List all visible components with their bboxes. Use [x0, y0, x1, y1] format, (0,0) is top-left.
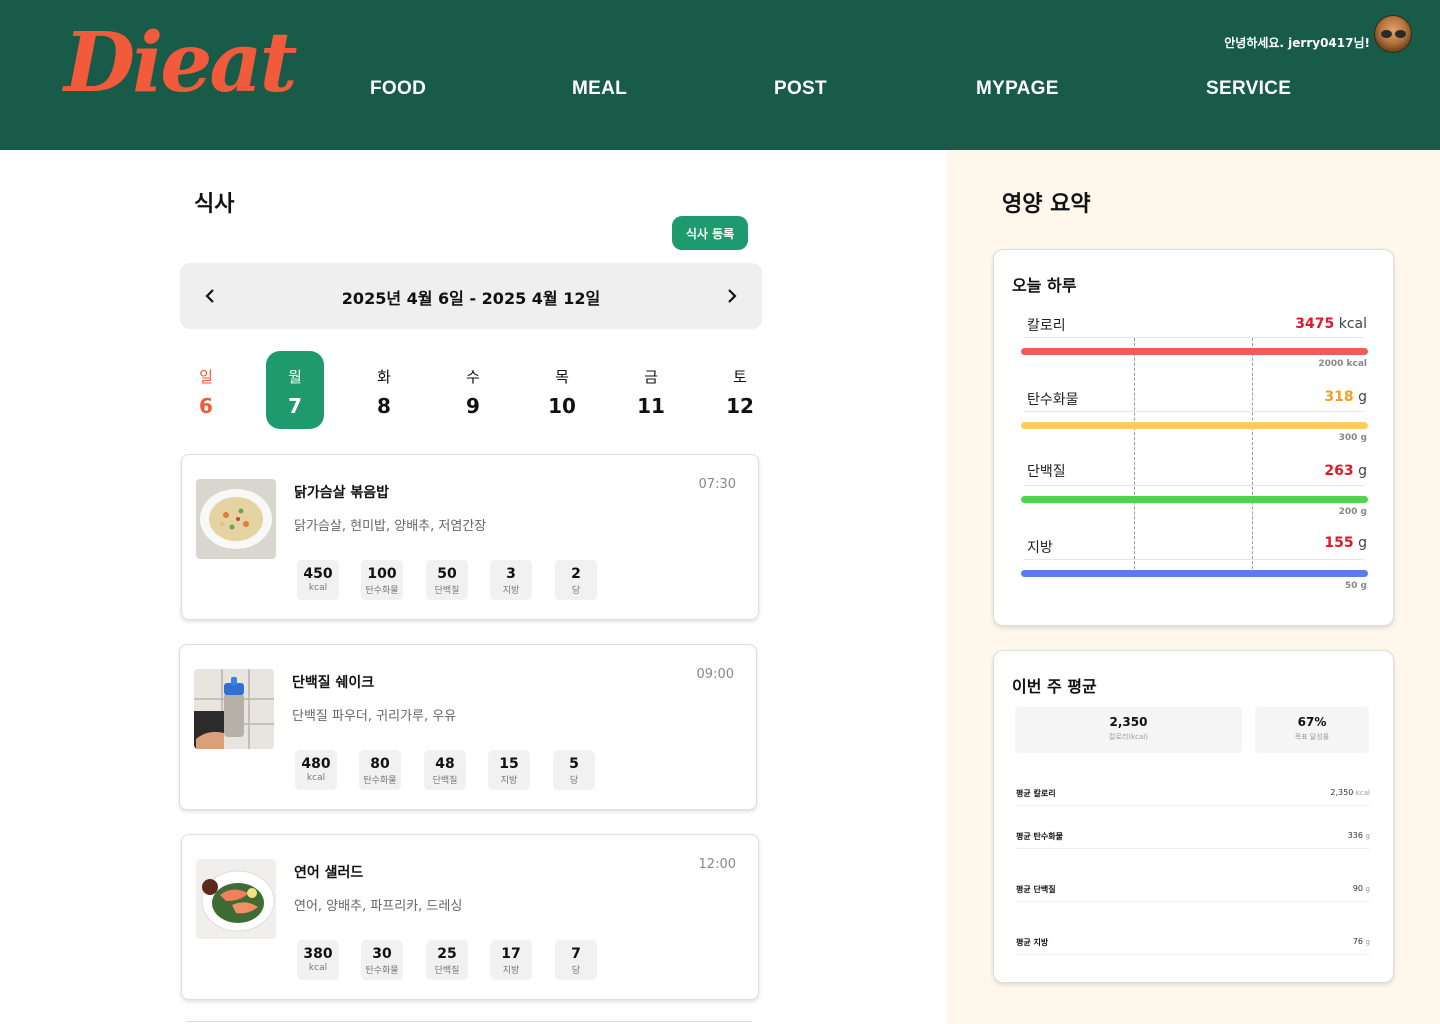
- fat-goal: 50 g: [1344, 581, 1367, 591]
- meal-photo-protein-shake: [194, 669, 274, 749]
- meal-ingredients: 닭가슴살, 현미밥, 양배추, 저염간장: [294, 519, 487, 534]
- meal-time: 12:00: [698, 857, 736, 872]
- fat-label: 지방: [1027, 540, 1053, 556]
- fat-bar: [1021, 570, 1368, 577]
- nutrient-carbs: 80 탄수화물: [359, 750, 401, 790]
- today-summary-card: 오늘 하루 칼로리 3475 kcal 2000 kcal 탄수화물 318 g…: [993, 249, 1394, 626]
- nutrient-sugar: 7당: [555, 940, 597, 980]
- meal-photo-fried-rice: [196, 479, 276, 559]
- day-sun[interactable]: 일6: [177, 351, 235, 429]
- meal-time: 09:00: [696, 667, 734, 682]
- meal-name: 연어 샐러드: [294, 865, 364, 881]
- nutrient-fat: 15 지방: [488, 750, 530, 790]
- today-title: 오늘 하루: [1012, 276, 1077, 295]
- nav-meal[interactable]: MEAL: [572, 78, 627, 100]
- register-meal-button[interactable]: 식사 등록: [672, 216, 748, 250]
- meal-card[interactable]: 연어 샐러드 12:00 연어, 양배추, 파프리카, 드레싱 380 kcal …: [181, 834, 759, 1000]
- nutrient-sugar: 2당: [555, 560, 597, 600]
- dieat-logo[interactable]: Dieat: [64, 22, 297, 104]
- week-navigator: 2025년 4월 6일 - 2025 4월 12일: [180, 263, 762, 329]
- nutrient-protein: 50 단백질: [426, 560, 468, 600]
- bar-guideline: [1134, 338, 1135, 574]
- avg-protein-row: 평균 단백질 90 g: [1016, 882, 1370, 902]
- day-mon[interactable]: 월7: [266, 351, 324, 429]
- day-thu[interactable]: 목 10: [533, 351, 591, 429]
- avg-fat-row: 평균 지방 76 g: [1016, 935, 1370, 955]
- meal-card[interactable]: 단백질 쉐이크 09:00 단백질 파우더, 귀리가루, 우유 480 kcal …: [179, 644, 757, 810]
- protein-goal: 200 g: [1338, 507, 1367, 517]
- day-tue[interactable]: 화8: [355, 351, 413, 429]
- nutrient-kcal: 380 kcal: [297, 940, 339, 980]
- nutrient-fat: 17 지방: [490, 940, 532, 980]
- meal-name: 단백질 쉐이크: [292, 675, 375, 691]
- user-avatar[interactable]: [1374, 15, 1412, 53]
- meal-ingredients: 연어, 양배추, 파프리카, 드레싱: [294, 899, 463, 914]
- fat-value: 155 g: [1324, 535, 1367, 551]
- nutrient-carbs: 30 탄수화물: [361, 940, 403, 980]
- calorie-value: 3475 kcal: [1295, 316, 1367, 332]
- weekly-calorie-stat: 2,350 칼로리(kcal): [1015, 707, 1242, 753]
- summary-title: 영양 요약: [1002, 192, 1091, 217]
- protein-bar: [1021, 496, 1368, 503]
- calorie-label: 칼로리: [1027, 318, 1066, 334]
- nutrient-carbs: 100 탄수화물: [361, 560, 403, 600]
- nutrient-kcal: 480 kcal: [295, 750, 337, 790]
- next-week-button[interactable]: [716, 281, 746, 311]
- user-greeting: 안녕하세요. jerry0417님!: [1224, 36, 1370, 50]
- protein-label: 단백질: [1027, 464, 1066, 480]
- nav-food[interactable]: FOOD: [370, 78, 426, 100]
- protein-value: 263 g: [1324, 463, 1367, 479]
- weekly-title: 이번 주 평균: [1012, 677, 1097, 696]
- week-range-label: 2025년 4월 6일 - 2025 4월 12일: [341, 289, 601, 308]
- meal-ingredients: 단백질 파우더, 귀리가루, 우유: [292, 709, 457, 724]
- meal-time: 07:30: [698, 477, 736, 492]
- calorie-bar: [1021, 348, 1368, 355]
- avg-calorie-row: 평균 칼로리 2,350 kcal: [1016, 786, 1370, 806]
- nutrient-fat: 3 지방: [490, 560, 532, 600]
- top-header: Dieat FOOD MEAL POST MYPAGE SERVICE 안녕하세…: [0, 0, 1440, 150]
- calorie-goal: 2000 kcal: [1318, 359, 1367, 369]
- meal-name: 닭가슴살 볶음밥: [294, 485, 390, 501]
- weekly-average-card: 이번 주 평균 2,350 칼로리(kcal) 67% 목표 달성률 평균 칼로…: [993, 650, 1394, 983]
- nutrient-protein: 25 단백질: [426, 940, 468, 980]
- chevron-right-icon: [728, 289, 737, 303]
- meal-card[interactable]: 닭가슴살 볶음밥 07:30 닭가슴살, 현미밥, 양배추, 저염간장 450 k…: [181, 454, 759, 620]
- next-meal-card-edge: [186, 1021, 752, 1022]
- day-sat[interactable]: 토 12: [711, 351, 769, 429]
- bar-guideline: [1252, 338, 1253, 574]
- nav-post[interactable]: POST: [774, 78, 827, 100]
- carbs-value: 318 g: [1324, 389, 1367, 405]
- meals-title: 식사: [194, 192, 235, 217]
- avg-carbs-row: 평균 탄수화물 336 g: [1016, 829, 1370, 849]
- nutrient-kcal: 450 kcal: [297, 560, 339, 600]
- nav-mypage[interactable]: MYPAGE: [976, 78, 1059, 100]
- meal-photo-salmon-salad: [196, 859, 276, 939]
- carbs-goal: 300 g: [1338, 433, 1367, 443]
- nav-service[interactable]: SERVICE: [1206, 78, 1291, 100]
- nutrient-protein: 48 단백질: [424, 750, 466, 790]
- carbs-label: 탄수화물: [1027, 392, 1079, 408]
- nutrient-sugar: 5당: [553, 750, 595, 790]
- goal-achievement-stat: 67% 목표 달성률: [1255, 707, 1369, 753]
- day-wed[interactable]: 수9: [444, 351, 502, 429]
- carbs-bar: [1021, 422, 1368, 429]
- day-fri[interactable]: 금 11: [622, 351, 680, 429]
